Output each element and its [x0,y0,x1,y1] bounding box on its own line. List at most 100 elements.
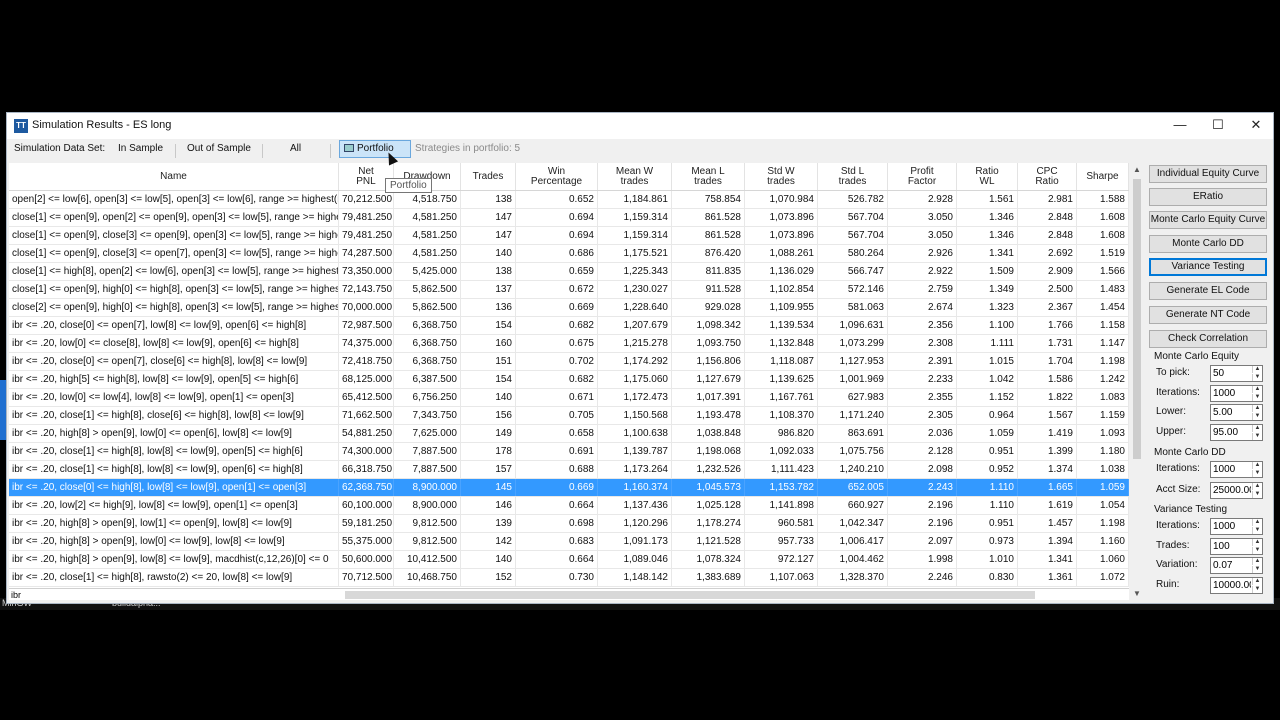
upper-stepper[interactable]: ▲▼ [1210,424,1263,441]
monte-carlo-equity-curve-button[interactable]: Monte Carlo Equity Curve [1149,211,1267,229]
table-row[interactable]: open[2] <= low[6], open[3] <= low[5], op… [9,191,1129,209]
column-header[interactable]: Trades [461,163,516,190]
vt-iterations-input[interactable] [1213,520,1251,533]
decrement-icon[interactable]: ▼ [1252,527,1262,534]
table-row[interactable]: ibr <= .20, high[8] > open[9], low[0] <=… [9,425,1129,443]
in-sample-button[interactable]: In Sample [118,143,163,154]
ruin-stepper[interactable]: ▲▼ [1210,577,1263,594]
table-row[interactable]: close[1] <= open[9], close[3] <= open[9]… [9,227,1129,245]
minimize-button[interactable]: — [1161,113,1199,139]
name-filter-input[interactable] [11,589,335,600]
mcdd-iterations-input[interactable] [1213,463,1251,476]
table-row[interactable]: close[1] <= open[9], open[2] <= open[9],… [9,209,1129,227]
table-row[interactable]: ibr <= .20, high[8] > open[9], low[1] <=… [9,515,1129,533]
decrement-icon[interactable]: ▼ [1252,586,1262,593]
table-row[interactable]: close[1] <= open[9], close[3] <= open[7]… [9,245,1129,263]
increment-icon[interactable]: ▲ [1252,578,1262,585]
decrement-icon[interactable]: ▼ [1252,394,1262,401]
acct-size-stepper[interactable]: ▲▼ [1210,482,1263,499]
mce-iterations-stepper[interactable]: ▲▼ [1210,385,1263,402]
acct-size-input[interactable] [1213,484,1251,497]
increment-icon[interactable]: ▲ [1252,483,1262,490]
table-row[interactable]: ibr <= .20, low[0] <= close[8], low[8] <… [9,335,1129,353]
mce-iterations-input[interactable] [1213,387,1251,400]
vt-trades-stepper[interactable]: ▲▼ [1210,538,1263,555]
decrement-icon[interactable]: ▼ [1252,470,1262,477]
table-row[interactable]: ibr <= .20, low[0] <= low[4], low[8] <= … [9,389,1129,407]
scroll-up-icon[interactable]: ▲ [1131,165,1143,174]
variance-testing-button[interactable]: Variance Testing [1149,258,1267,276]
column-header[interactable]: Win Percentage [516,163,598,190]
scroll-down-icon[interactable]: ▼ [1131,589,1143,598]
column-header[interactable]: Name [9,163,339,190]
increment-icon[interactable]: ▲ [1252,462,1262,469]
increment-icon[interactable]: ▲ [1252,425,1262,432]
table-row[interactable]: close[1] <= open[9], high[0] <= high[8],… [9,281,1129,299]
table-row[interactable]: ibr <= .20, close[1] <= high[8], close[6… [9,407,1129,425]
decrement-icon[interactable]: ▼ [1252,491,1262,498]
column-header[interactable]: Ratio WL [957,163,1018,190]
lower-input[interactable] [1213,406,1251,419]
eratio-button[interactable]: ERatio [1149,188,1267,206]
results-grid[interactable]: Name Net PNL Drawdown Trades Win Percentage Mea… [9,163,1129,588]
variation-stepper[interactable]: ▲▼ [1210,557,1263,574]
generate-nt-code-button[interactable]: Generate NT Code [1149,306,1267,324]
close-button[interactable]: ✕ [1237,113,1275,139]
portfolio-button[interactable]: Portfolio [339,140,411,158]
table-row[interactable]: ibr <= .20, close[1] <= high[8], low[8] … [9,443,1129,461]
decrement-icon[interactable]: ▼ [1252,547,1262,554]
table-row[interactable]: close[1] <= high[8], open[2] <= low[6], … [9,263,1129,281]
column-header[interactable]: Std Wtrades [745,163,818,190]
decrement-icon[interactable]: ▼ [1252,433,1262,440]
increment-icon[interactable]: ▲ [1252,558,1262,565]
table-row[interactable]: ibr <= .20, high[5] <= high[8], low[8] <… [9,371,1129,389]
vt-iterations-stepper[interactable]: ▲▼ [1210,518,1263,535]
lower-stepper[interactable]: ▲▼ [1210,404,1263,421]
generate-el-code-button[interactable]: Generate EL Code [1149,282,1267,300]
column-header[interactable]: CPC Ratio [1018,163,1077,190]
column-header[interactable]: Mean Ltrades [672,163,745,190]
table-row[interactable]: ibr <= .20, close[1] <= high[8], rawsto(… [9,569,1129,587]
scroll-thumb[interactable] [1133,179,1141,459]
table-row[interactable]: ibr <= .20, high[8] > open[9], low[8] <=… [9,551,1129,569]
decrement-icon[interactable]: ▼ [1252,413,1262,420]
column-header[interactable]: Std Ltrades [818,163,888,190]
column-header[interactable]: Mean Wtrades [598,163,672,190]
increment-icon[interactable]: ▲ [1252,519,1262,526]
table-row[interactable]: close[2] <= open[9], high[0] <= high[8],… [9,299,1129,317]
decrement-icon[interactable]: ▼ [1252,374,1262,381]
table-cell: 178 [461,443,516,460]
individual-equity-curve-button[interactable]: Individual Equity Curve [1149,165,1267,183]
maximize-button[interactable]: ☐ [1199,113,1237,139]
table-cell: 60,100.000 [339,497,394,514]
to-pick-stepper[interactable]: ▲▼ [1210,365,1263,382]
check-correlation-button[interactable]: Check Correlation [1149,330,1267,348]
vt-trades-input[interactable] [1213,540,1251,553]
upper-input[interactable] [1213,426,1251,439]
title-bar[interactable]: TT Simulation Results - ES long — ☐ ✕ [7,113,1273,139]
increment-icon[interactable]: ▲ [1252,366,1262,373]
table-cell: 1.566 [1077,263,1129,280]
increment-icon[interactable]: ▲ [1252,386,1262,393]
table-row[interactable]: ibr <= .20, close[0] <= open[7], low[8] … [9,317,1129,335]
mcdd-iterations-stepper[interactable]: ▲▼ [1210,461,1263,478]
out-of-sample-button[interactable]: Out of Sample [187,143,251,154]
column-header[interactable]: Sharpe [1077,163,1129,190]
variation-input[interactable] [1213,559,1251,572]
table-row[interactable]: ibr <= .20, close[0] <= high[8], low[8] … [9,479,1129,497]
all-button[interactable]: All [290,143,301,154]
table-row[interactable]: ibr <= .20, high[8] > open[9], low[0] <=… [9,533,1129,551]
increment-icon[interactable]: ▲ [1252,405,1262,412]
increment-icon[interactable]: ▲ [1252,539,1262,546]
table-row[interactable]: ibr <= .20, close[1] <= high[8], low[8] … [9,461,1129,479]
monte-carlo-dd-button[interactable]: Monte Carlo DD [1149,235,1267,253]
table-cell: 154 [461,317,516,334]
to-pick-input[interactable] [1213,367,1251,380]
horizontal-scrollbar[interactable] [345,591,1035,599]
column-header[interactable]: Profit Factor [888,163,957,190]
vertical-scrollbar[interactable]: ▲ ▼ [1131,163,1143,601]
table-row[interactable]: ibr <= .20, close[0] <= open[7], close[6… [9,353,1129,371]
decrement-icon[interactable]: ▼ [1252,566,1262,573]
ruin-input[interactable] [1213,579,1251,592]
table-row[interactable]: ibr <= .20, low[2] <= high[9], low[8] <=… [9,497,1129,515]
